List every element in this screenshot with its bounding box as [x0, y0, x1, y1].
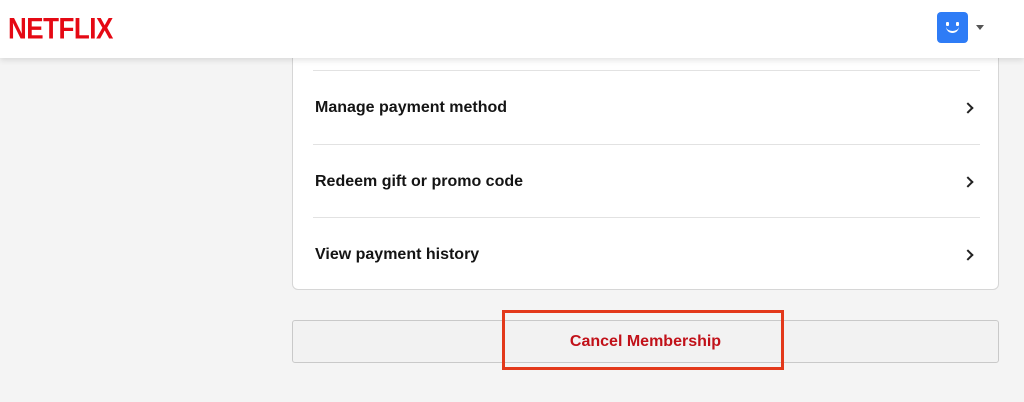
item-label: Manage payment method	[315, 98, 508, 116]
chevron-right-icon	[962, 248, 974, 261]
view-payment-history-item[interactable]: View payment history	[313, 218, 980, 291]
item-label: Redeem gift or promo code	[315, 172, 524, 190]
top-header: NETFLIX	[0, 0, 1024, 58]
avatar-smile	[946, 26, 959, 33]
profile-avatar-icon[interactable]	[937, 12, 968, 43]
chevron-right-icon	[962, 175, 974, 188]
billing-settings-card: Manage payment method Redeem gift or pro…	[292, 40, 999, 290]
chevron-right-icon	[962, 101, 974, 114]
cancel-membership-label: Cancel Membership	[569, 332, 722, 350]
netflix-logo[interactable]: NETFLIX	[8, 13, 113, 43]
caret-down-icon[interactable]	[976, 25, 984, 30]
manage-payment-method-item[interactable]: Manage payment method	[313, 71, 980, 144]
item-label: View payment history	[315, 245, 480, 263]
profile-menu[interactable]	[937, 12, 984, 43]
cancel-membership-button[interactable]: Cancel Membership	[292, 320, 999, 363]
redeem-gift-promo-code-item[interactable]: Redeem gift or promo code	[313, 145, 980, 218]
